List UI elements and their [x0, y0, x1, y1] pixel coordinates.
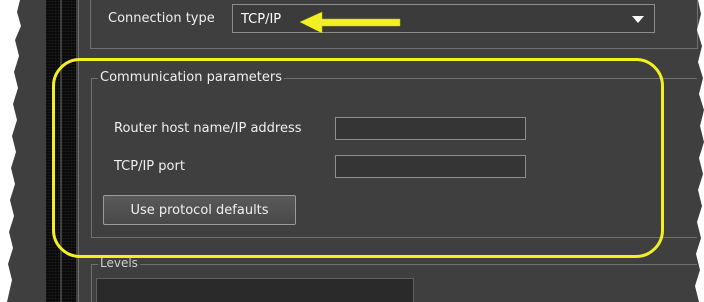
connection-type-value: TCP/IP — [241, 12, 282, 27]
chevron-down-icon[interactable] — [632, 16, 644, 23]
connection-type-label: Connection type — [108, 11, 215, 26]
levels-list[interactable] — [96, 278, 414, 302]
connection-type-select[interactable]: TCP/IP — [232, 4, 655, 33]
arrow-icon — [299, 11, 401, 34]
highlight-callout — [52, 58, 664, 258]
levels-title: Levels — [98, 256, 140, 270]
